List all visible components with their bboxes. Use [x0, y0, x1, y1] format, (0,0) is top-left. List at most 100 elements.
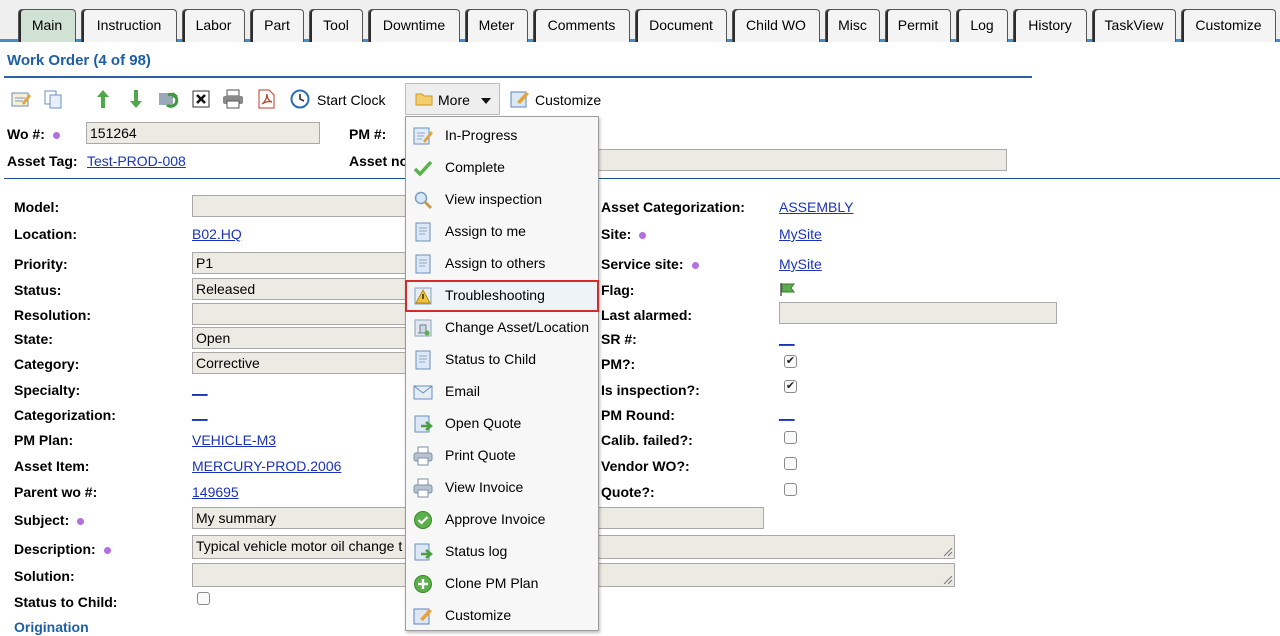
- print-icon[interactable]: [222, 88, 244, 110]
- page-title: Work Order (4 of 98): [7, 52, 151, 69]
- tab-tool[interactable]: Tool: [309, 9, 363, 42]
- menu-item-view-invoice[interactable]: View Invoice: [406, 473, 598, 503]
- section-divider: [4, 178, 1280, 179]
- menu-item-open-quote[interactable]: Open Quote: [406, 409, 598, 439]
- asset-categorization-label: Asset Categorization:: [601, 199, 745, 215]
- resize-grip-icon[interactable]: [943, 575, 953, 585]
- pm-round-link[interactable]: __: [779, 405, 795, 421]
- tab-child-wo[interactable]: Child WO: [732, 9, 820, 42]
- asset-icon: [412, 317, 434, 339]
- status-input[interactable]: Released: [192, 278, 412, 300]
- menu-item-status-to-child[interactable]: Status to Child: [406, 345, 598, 375]
- tab-meter[interactable]: Meter: [465, 9, 528, 42]
- menu-item-view-inspection[interactable]: View inspection: [406, 185, 598, 215]
- tab-downtime[interactable]: Downtime: [368, 9, 460, 42]
- tab-labor[interactable]: Labor: [182, 9, 245, 42]
- asset-tag-link[interactable]: Test-PROD-008: [87, 153, 186, 169]
- menu-item-troubleshooting[interactable]: Troubleshooting: [405, 280, 599, 312]
- asset-categorization-link[interactable]: ASSEMBLY: [779, 199, 853, 215]
- calib-failed-checkbox[interactable]: [784, 431, 797, 444]
- quote-checkbox[interactable]: [784, 483, 797, 496]
- clock-icon[interactable]: [289, 88, 311, 110]
- tab-main[interactable]: Main: [18, 9, 76, 42]
- sr-number-link[interactable]: __: [779, 330, 795, 346]
- pm-plan-link[interactable]: VEHICLE-M3: [192, 432, 276, 448]
- menu-item-complete[interactable]: Complete: [406, 153, 598, 183]
- document-icon: [412, 349, 434, 371]
- document-icon: [412, 221, 434, 243]
- flag-icon[interactable]: [779, 281, 797, 300]
- resolution-input[interactable]: [192, 303, 412, 325]
- forward-arrow-icon: [412, 413, 434, 435]
- pm-checkbox[interactable]: ✔: [784, 355, 797, 368]
- menu-item-change-asset-location[interactable]: Change Asset/Location: [406, 313, 598, 343]
- title-divider: [4, 76, 1032, 78]
- wo-number-input[interactable]: 151264: [86, 122, 320, 144]
- tab-document[interactable]: Document: [635, 9, 727, 42]
- menu-item-in-progress[interactable]: In-Progress: [406, 121, 598, 151]
- menu-item-assign-to-me[interactable]: Assign to me: [406, 217, 598, 247]
- menu-item-assign-to-others[interactable]: Assign to others: [406, 249, 598, 279]
- vendor-wo-checkbox[interactable]: [784, 457, 797, 470]
- state-input[interactable]: Open: [192, 327, 412, 349]
- specialty-link[interactable]: __: [192, 380, 208, 396]
- green-plus-circle-icon: [412, 573, 434, 595]
- model-input[interactable]: [192, 195, 412, 217]
- priority-input[interactable]: P1: [192, 252, 412, 274]
- menu-item-status-log[interactable]: Status log: [406, 537, 598, 567]
- tab-permit[interactable]: Permit: [885, 9, 951, 42]
- tab-comments[interactable]: Comments: [533, 9, 630, 42]
- tab-history[interactable]: History: [1013, 9, 1087, 42]
- resize-grip-icon[interactable]: [943, 547, 953, 557]
- menu-item-print-quote[interactable]: Print Quote: [406, 441, 598, 471]
- delete-icon[interactable]: [190, 88, 212, 110]
- priority-label: Priority:: [14, 256, 68, 272]
- origination-section-title: Origination: [14, 619, 89, 635]
- customize-button[interactable]: Customize: [506, 83, 606, 115]
- categorization-link[interactable]: __: [192, 405, 208, 421]
- category-input[interactable]: Corrective: [192, 352, 412, 374]
- tab-instruction[interactable]: Instruction: [81, 9, 177, 42]
- document-icon: [412, 253, 434, 275]
- parent-wo-label: Parent wo #:: [14, 484, 98, 500]
- customize-icon: [510, 89, 530, 112]
- pdf-icon[interactable]: [255, 88, 277, 110]
- site-link[interactable]: MySite: [779, 226, 822, 242]
- categorization-label: Categorization:: [14, 407, 116, 423]
- quote-label: Quote?:: [601, 484, 655, 500]
- menu-item-email[interactable]: Email: [406, 377, 598, 407]
- more-button[interactable]: More: [405, 83, 500, 115]
- asset-no-input[interactable]: [596, 149, 1007, 171]
- asset-item-link[interactable]: MERCURY-PROD.2006: [192, 458, 341, 474]
- tab-log[interactable]: Log: [956, 9, 1008, 42]
- warning-icon: [412, 285, 434, 307]
- location-link[interactable]: B02.HQ: [192, 226, 242, 242]
- tab-taskview[interactable]: TaskView: [1092, 9, 1176, 42]
- tab-misc[interactable]: Misc: [825, 9, 880, 42]
- menu-item-customize[interactable]: Customize: [406, 601, 598, 631]
- is-inspection-label: Is inspection?:: [601, 382, 700, 398]
- arrow-down-icon[interactable]: [125, 88, 147, 110]
- required-dot: [103, 546, 111, 554]
- last-alarmed-input[interactable]: [779, 302, 1057, 324]
- required-dot: [52, 131, 60, 139]
- customize-label: Customize: [535, 92, 602, 108]
- copy-icon[interactable]: [42, 88, 64, 110]
- resolution-label: Resolution:: [14, 307, 91, 323]
- parent-wo-link[interactable]: 149695: [192, 484, 239, 500]
- magnifier-icon: [412, 189, 434, 211]
- service-site-link[interactable]: MySite: [779, 256, 822, 272]
- refresh-icon[interactable]: [158, 88, 180, 110]
- location-label: Location:: [14, 226, 77, 242]
- start-clock-button[interactable]: Start Clock: [317, 92, 385, 108]
- more-label: More: [438, 92, 470, 108]
- tab-bar: Main Instruction Labor Part Tool Downtim…: [0, 0, 1280, 42]
- is-inspection-checkbox[interactable]: ✔: [784, 380, 797, 393]
- menu-item-approve-invoice[interactable]: Approve Invoice: [406, 505, 598, 535]
- arrow-up-icon[interactable]: [92, 88, 114, 110]
- menu-item-clone-pm-plan[interactable]: Clone PM Plan: [406, 569, 598, 599]
- tab-customize[interactable]: Customize: [1181, 9, 1276, 42]
- edit-icon[interactable]: [10, 88, 32, 110]
- tab-part[interactable]: Part: [250, 9, 304, 42]
- status-to-child-checkbox[interactable]: [197, 592, 210, 605]
